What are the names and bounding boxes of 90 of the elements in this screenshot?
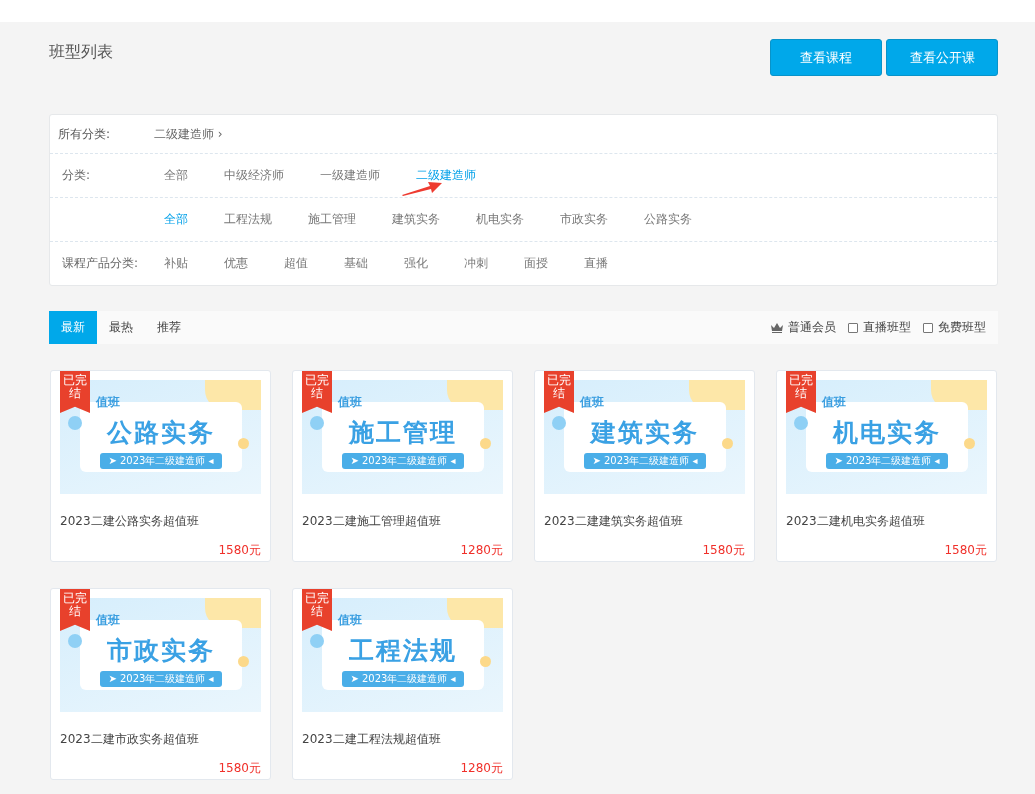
status-ribbon: 已完结 — [786, 371, 816, 413]
filter-option[interactable]: 建筑实务 — [392, 211, 440, 228]
banner-subject: 工程法规 — [349, 634, 457, 667]
bubble-decoration — [310, 416, 324, 430]
bubble-decoration — [68, 634, 82, 648]
banner-tag: 值班 — [338, 394, 362, 411]
course-title: 2023二建市政实务超值班 — [60, 731, 200, 748]
banner-subject: 建筑实务 — [591, 416, 699, 449]
banner-tag: 值班 — [96, 612, 120, 629]
status-ribbon: 已完结 — [302, 371, 332, 413]
breadcrumb-link[interactable]: 二级建造师 › — [154, 125, 223, 143]
course-card[interactable]: 值班 工程法规 ➤ 2023年二级建造师 ◂ 已完结 2023二建工程法规超值班 1280元 — [292, 588, 513, 780]
banner-subtitle: ➤ 2023年二级建造师 ◂ — [342, 452, 464, 469]
bubble-decoration — [480, 656, 491, 667]
banner-subject: 机电实务 — [833, 416, 941, 449]
course-card[interactable]: 值班 公路实务 ➤ 2023年二级建造师 ◂ 已完结 2023二建公路实务超值班 1580元 — [50, 370, 271, 562]
filter-option[interactable]: 直播 — [584, 255, 608, 272]
bubble-decoration — [310, 634, 324, 648]
sort-tab[interactable]: 最新 — [49, 311, 97, 344]
page-title: 班型列表 — [49, 42, 113, 63]
filter-option[interactable]: 公路实务 — [644, 211, 692, 228]
banner-subtitle: ➤ 2023年二级建造师 ◂ — [584, 452, 706, 469]
crown-icon — [771, 322, 783, 333]
bubble-decoration — [722, 438, 733, 449]
filter-option[interactable]: 冲刺 — [464, 255, 488, 272]
banner-tag: 值班 — [822, 394, 846, 411]
filter-option[interactable]: 基础 — [344, 255, 368, 272]
status-ribbon: 已完结 — [544, 371, 574, 413]
course-price: 1580元 — [217, 542, 261, 559]
filter-option[interactable]: 中级经济师 — [224, 167, 284, 184]
course-card[interactable]: 值班 机电实务 ➤ 2023年二级建造师 ◂ 已完结 2023二建机电实务超值班 1580元 — [776, 370, 997, 562]
member-label: 普通会员 — [788, 319, 836, 336]
banner-subject: 施工管理 — [349, 416, 457, 449]
banner-tag: 值班 — [96, 394, 120, 411]
checkbox-label[interactable]: 免费班型 — [938, 319, 986, 336]
filter-option[interactable]: 工程法规 — [224, 211, 272, 228]
banner-subtitle: ➤ 2023年二级建造师 ◂ — [342, 670, 464, 687]
bubble-decoration — [238, 438, 249, 449]
filter-label: 课程产品分类: — [61, 255, 140, 272]
banner-tag: 值班 — [338, 612, 362, 629]
filter-option[interactable]: 全部 — [164, 167, 188, 184]
filter-option[interactable]: 施工管理 — [308, 211, 356, 228]
course-title: 2023二建机电实务超值班 — [786, 513, 926, 530]
banner-subtitle: ➤ 2023年二级建造师 ◂ — [826, 452, 948, 469]
banner-subtitle: ➤ 2023年二级建造师 ◂ — [100, 452, 222, 469]
filter-option[interactable]: 面授 — [524, 255, 548, 272]
bubble-decoration — [964, 438, 975, 449]
bubble-decoration — [68, 416, 82, 430]
course-card[interactable]: 值班 建筑实务 ➤ 2023年二级建造师 ◂ 已完结 2023二建建筑实务超值班 1580元 — [534, 370, 755, 562]
filter-option[interactable]: 全部 — [164, 211, 188, 228]
filter-option[interactable]: 补贴 — [164, 255, 188, 272]
course-price: 1580元 — [943, 542, 987, 559]
banner-subject: 市政实务 — [107, 634, 215, 667]
status-ribbon: 已完结 — [60, 589, 90, 631]
filter-option[interactable]: 优惠 — [224, 255, 248, 272]
filter-option[interactable]: 一级建造师 — [320, 167, 380, 184]
filter-label: 所有分类: — [57, 125, 112, 143]
banner-tag: 值班 — [580, 394, 604, 411]
sort-tab[interactable]: 最热 — [97, 311, 145, 344]
status-ribbon: 已完结 — [302, 589, 332, 631]
banner-subject: 公路实务 — [107, 416, 215, 449]
header-button[interactable]: 查看课程 — [770, 39, 882, 76]
course-price: 1580元 — [217, 760, 261, 777]
bubble-decoration — [794, 416, 808, 430]
course-price: 1280元 — [459, 542, 503, 559]
course-title: 2023二建工程法规超值班 — [302, 731, 442, 748]
course-price: 1280元 — [459, 760, 503, 777]
course-title: 2023二建建筑实务超值班 — [544, 513, 684, 530]
filter-option[interactable]: 市政实务 — [560, 211, 608, 228]
bubble-decoration — [238, 656, 249, 667]
checkbox-label[interactable]: 直播班型 — [863, 319, 911, 336]
checkbox[interactable] — [923, 322, 933, 333]
filter-option[interactable]: 机电实务 — [476, 211, 524, 228]
checkbox[interactable] — [848, 322, 858, 333]
filter-option[interactable]: 强化 — [404, 255, 428, 272]
course-card[interactable]: 值班 施工管理 ➤ 2023年二级建造师 ◂ 已完结 2023二建施工管理超值班 1280元 — [292, 370, 513, 562]
filter-option[interactable]: 二级建造师 — [416, 167, 476, 184]
status-ribbon: 已完结 — [60, 371, 90, 413]
course-title: 2023二建施工管理超值班 — [302, 513, 442, 530]
course-title: 2023二建公路实务超值班 — [60, 513, 200, 530]
filter-label: 分类: — [61, 167, 92, 184]
sort-tab[interactable]: 推荐 — [145, 311, 193, 344]
banner-subtitle: ➤ 2023年二级建造师 ◂ — [100, 670, 222, 687]
header-button[interactable]: 查看公开课 — [886, 39, 998, 76]
bubble-decoration — [480, 438, 491, 449]
filter-option[interactable]: 超值 — [284, 255, 308, 272]
bubble-decoration — [552, 416, 566, 430]
pointer-arrow-icon — [400, 180, 444, 196]
course-price: 1580元 — [701, 542, 745, 559]
course-card[interactable]: 值班 市政实务 ➤ 2023年二级建造师 ◂ 已完结 2023二建市政实务超值班 1580元 — [50, 588, 271, 780]
